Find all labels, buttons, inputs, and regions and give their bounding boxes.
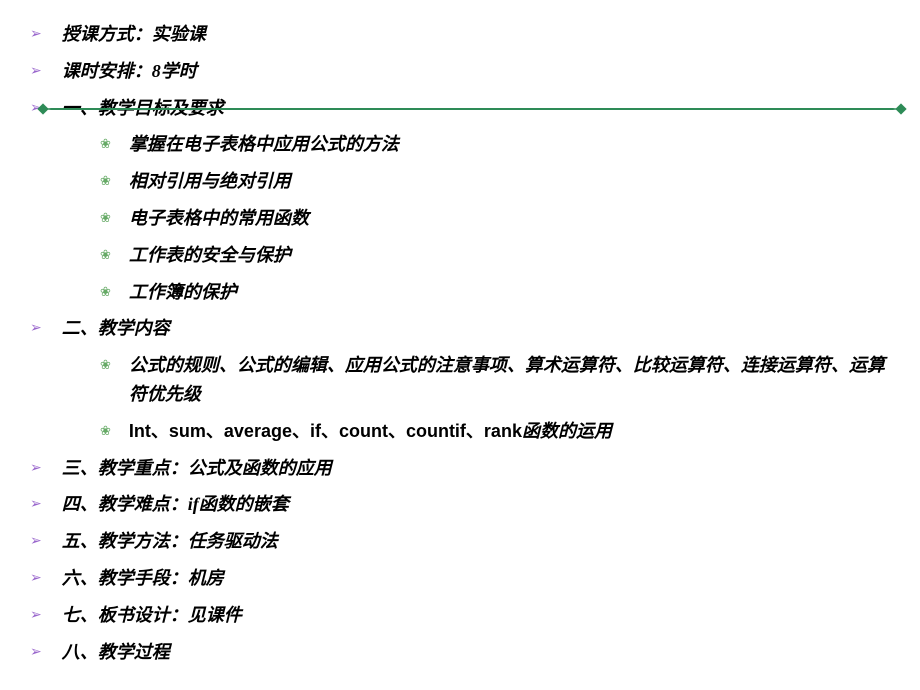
arrow-bullet-icon: ➢ bbox=[30, 59, 42, 81]
flower-bullet-icon: ❀ bbox=[100, 421, 111, 442]
outline-main-item: ➢ 授课方式：实验课 bbox=[30, 20, 890, 49]
sub-item-text: Int、sum、average、if、count、countif、rank函数的… bbox=[129, 417, 612, 446]
flower-bullet-icon: ❀ bbox=[100, 355, 111, 376]
outline-content: ➢授课方式：实验课➢课时安排：8学时➢一、教学目标及要求❀掌握在电子表格中应用公… bbox=[30, 20, 890, 666]
flower-bullet-icon: ❀ bbox=[100, 134, 111, 155]
outline-sub-item: ❀ 掌握在电子表格中应用公式的方法 bbox=[100, 130, 890, 159]
sub-item-text: 公式的规则、公式的编辑、应用公式的注意事项、算术运算符、比较运算符、连接运算符、… bbox=[129, 351, 890, 409]
outline-main-item: ➢ 四、教学难点：if函数的嵌套 bbox=[30, 490, 890, 519]
main-item-text: 七、板书设计：见课件 bbox=[62, 601, 242, 630]
outline-sub-item: ❀ 公式的规则、公式的编辑、应用公式的注意事项、算术运算符、比较运算符、连接运算符… bbox=[100, 351, 890, 409]
flower-bullet-icon: ❀ bbox=[100, 245, 111, 266]
outline-sub-item: ❀ 工作簿的保护 bbox=[100, 278, 890, 307]
flower-bullet-icon: ❀ bbox=[100, 171, 111, 192]
outline-main-item: ➢ 七、板书设计：见课件 bbox=[30, 601, 890, 630]
outline-main-item: ➢ 二、教学内容 bbox=[30, 314, 890, 343]
main-item-text: 八、教学过程 bbox=[62, 638, 170, 667]
arrow-bullet-icon: ➢ bbox=[30, 566, 42, 588]
arrow-bullet-icon: ➢ bbox=[30, 603, 42, 625]
outline-sub-item: ❀ 电子表格中的常用函数 bbox=[100, 204, 890, 233]
main-item-text: 四、教学难点：if函数的嵌套 bbox=[62, 490, 289, 519]
outline-main-item: ➢ 课时安排：8学时 bbox=[30, 57, 890, 86]
flower-bullet-icon: ❀ bbox=[100, 282, 111, 303]
arrow-bullet-icon: ➢ bbox=[30, 640, 42, 662]
outline-main-item: ➢ 五、教学方法：任务驱动法 bbox=[30, 527, 890, 556]
main-item-text: 授课方式：实验课 bbox=[62, 20, 206, 49]
sub-item-text: 电子表格中的常用函数 bbox=[129, 204, 309, 233]
arrow-bullet-icon: ➢ bbox=[30, 456, 42, 478]
decorative-divider bbox=[43, 108, 901, 110]
sub-item-text: 工作簿的保护 bbox=[129, 278, 237, 307]
outline-main-item: ➢ 八、教学过程 bbox=[30, 638, 890, 667]
outline-sub-item: ❀ Int、sum、average、if、count、countif、rank函数… bbox=[100, 417, 890, 446]
outline-sub-item: ❀ 工作表的安全与保护 bbox=[100, 241, 890, 270]
sub-item-text: 相对引用与绝对引用 bbox=[129, 167, 291, 196]
outline-main-item: ➢ 三、教学重点：公式及函数的应用 bbox=[30, 454, 890, 483]
flower-bullet-icon: ❀ bbox=[100, 208, 111, 229]
outline-sub-item: ❀ 相对引用与绝对引用 bbox=[100, 167, 890, 196]
main-item-text: 六、教学手段：机房 bbox=[62, 564, 224, 593]
main-item-text: 课时安排：8学时 bbox=[62, 57, 197, 86]
main-item-text: 五、教学方法：任务驱动法 bbox=[62, 527, 278, 556]
sub-item-text: 掌握在电子表格中应用公式的方法 bbox=[129, 130, 399, 159]
arrow-bullet-icon: ➢ bbox=[30, 316, 42, 338]
main-item-text: 二、教学内容 bbox=[62, 314, 170, 343]
arrow-bullet-icon: ➢ bbox=[30, 492, 42, 514]
main-item-text: 三、教学重点：公式及函数的应用 bbox=[62, 454, 332, 483]
arrow-bullet-icon: ➢ bbox=[30, 529, 42, 551]
sub-item-text: 工作表的安全与保护 bbox=[129, 241, 291, 270]
arrow-bullet-icon: ➢ bbox=[30, 22, 42, 44]
outline-main-item: ➢ 六、教学手段：机房 bbox=[30, 564, 890, 593]
